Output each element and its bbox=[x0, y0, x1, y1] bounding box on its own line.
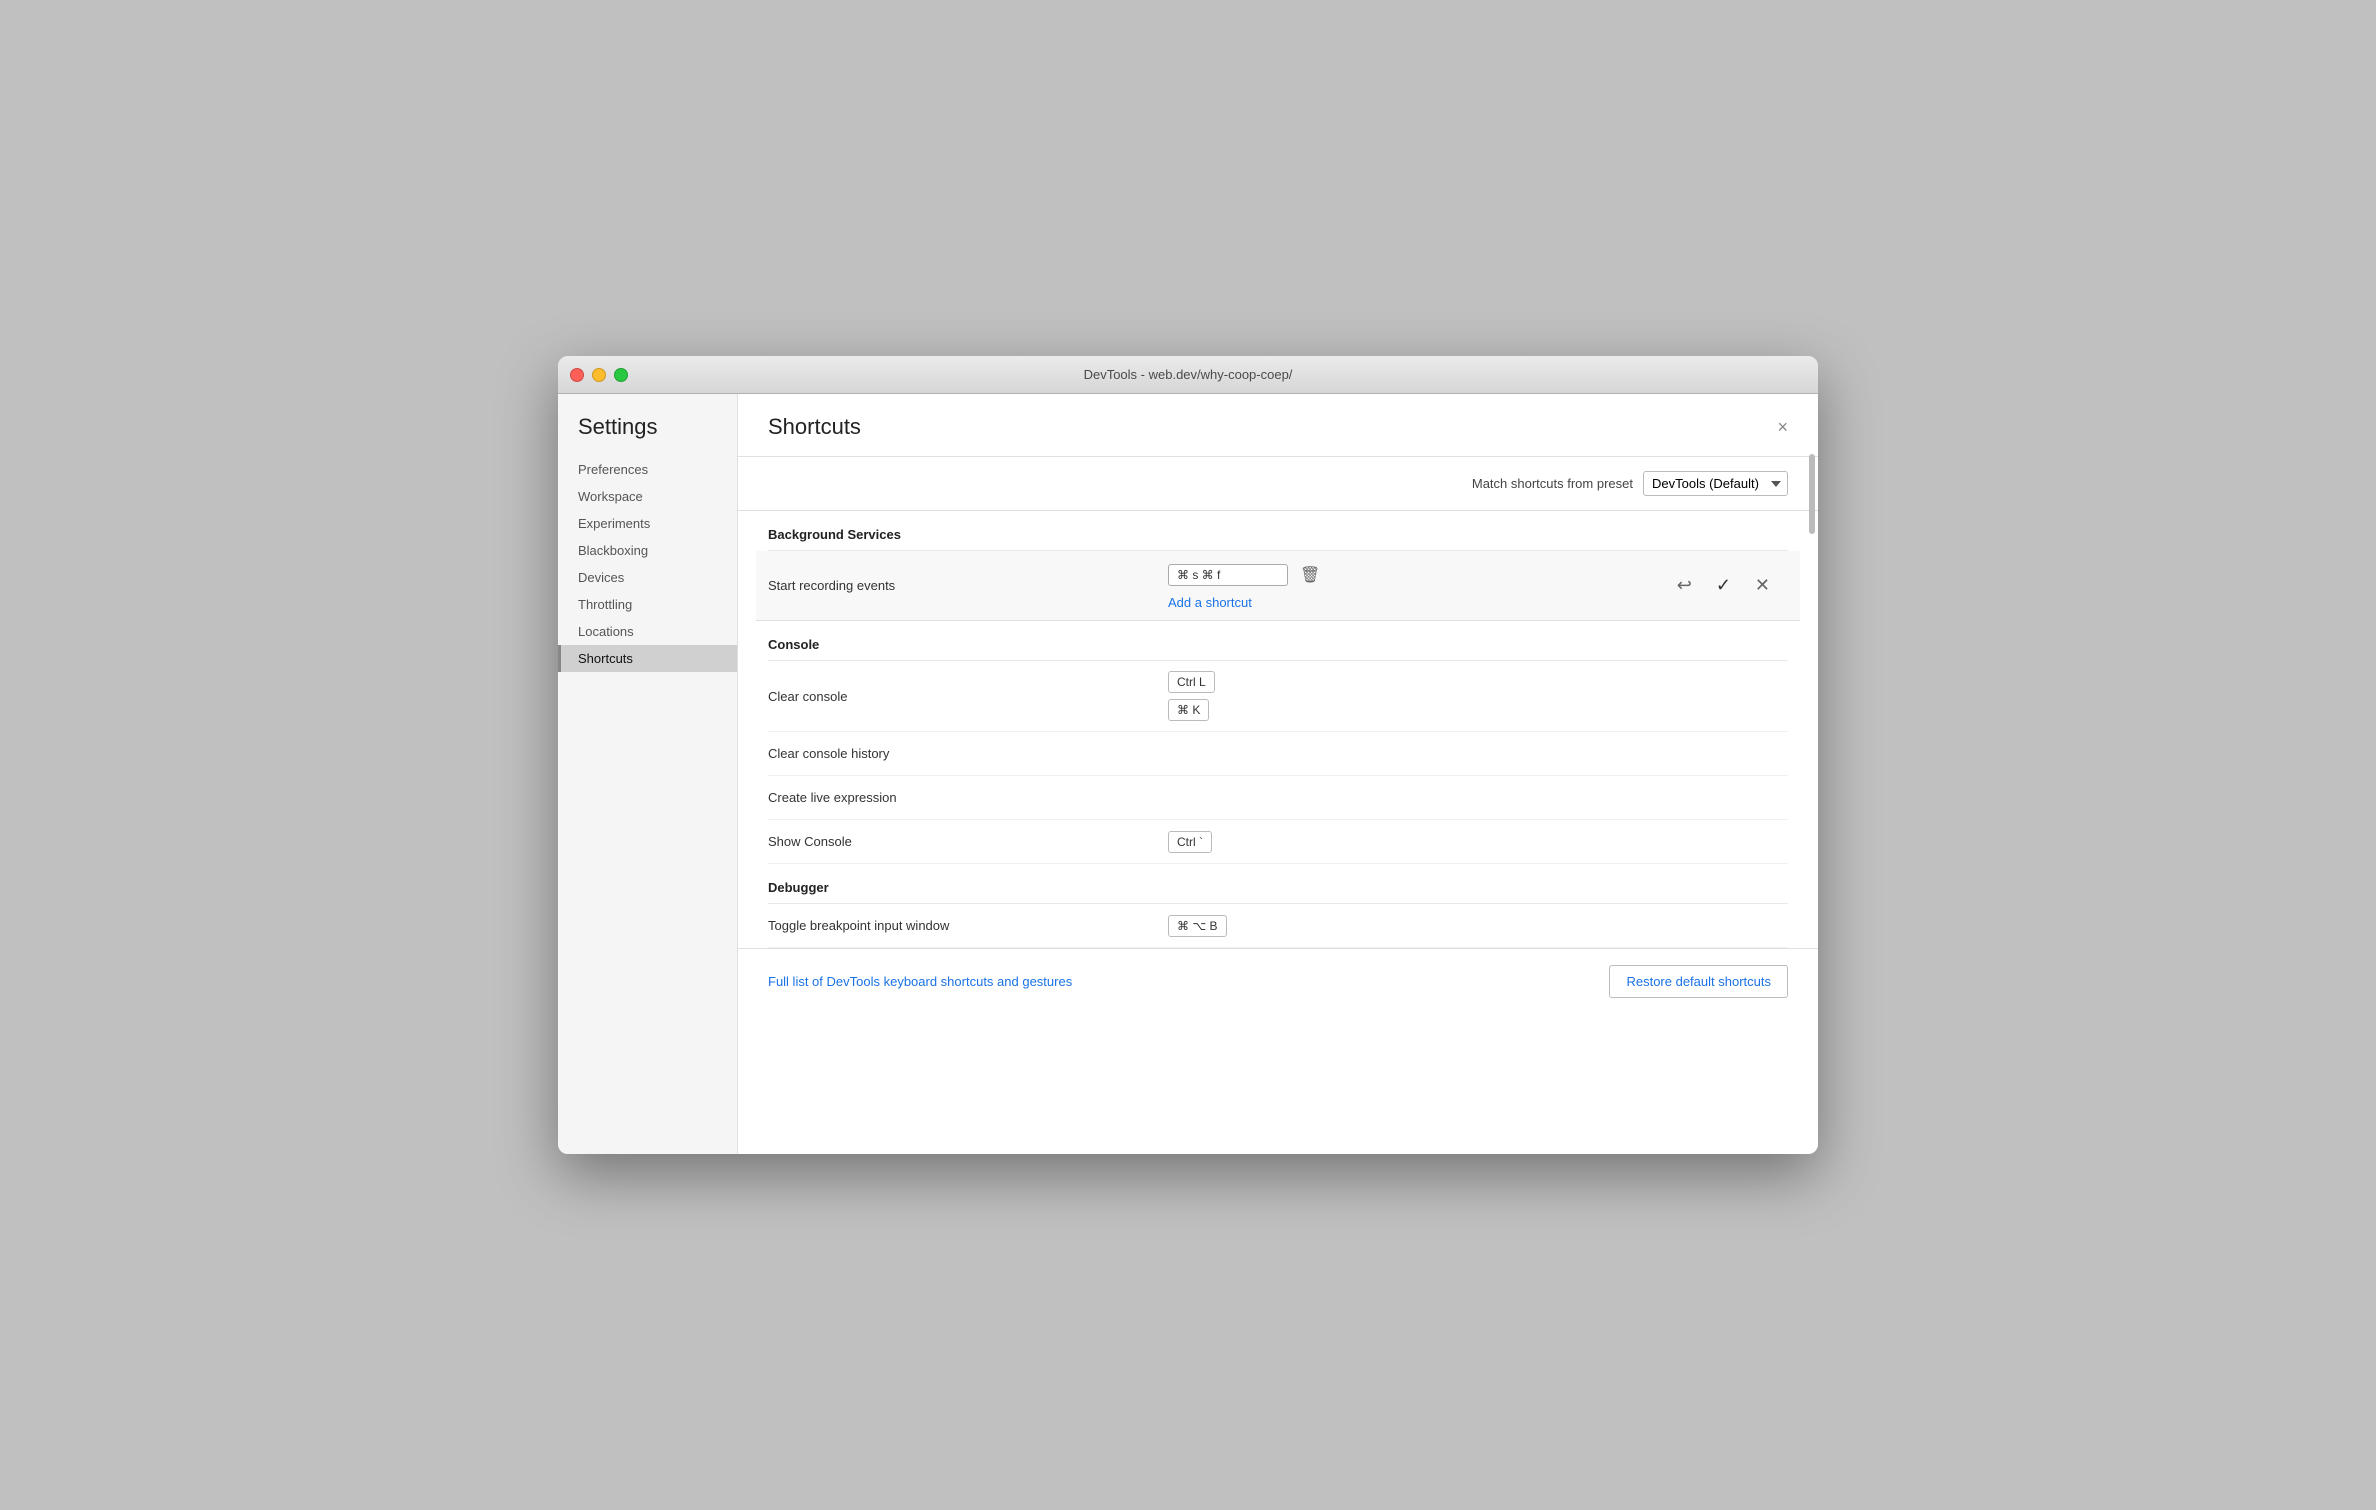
shortcut-keys-clear-console: Ctrl L ⌘ K bbox=[1168, 671, 1788, 721]
preset-select[interactable]: DevTools (Default) Visual Studio Code bbox=[1643, 471, 1788, 496]
close-window-button[interactable] bbox=[570, 368, 584, 382]
main-panel: Shortcuts × Match shortcuts from preset … bbox=[738, 394, 1818, 1154]
settings-heading: Settings bbox=[558, 414, 737, 456]
shortcut-name-toggle-breakpoint: Toggle breakpoint input window bbox=[768, 918, 1168, 933]
maximize-window-button[interactable] bbox=[614, 368, 628, 382]
key-badge-ctrl-l: Ctrl L bbox=[1168, 671, 1215, 693]
section-background-services: Background Services bbox=[768, 511, 1788, 551]
shortcut-row-clear-console: Clear console Ctrl L ⌘ K bbox=[768, 661, 1788, 732]
app-window: DevTools - web.dev/why-coop-coep/ Settin… bbox=[558, 356, 1818, 1154]
undo-edit-button[interactable]: ↩ bbox=[1669, 571, 1700, 600]
sidebar-item-throttling[interactable]: Throttling bbox=[558, 591, 737, 618]
shortcut-keys-show-console: Ctrl ` bbox=[1168, 831, 1788, 853]
shortcut-row-start-recording: Start recording events ⌘ s ⌘ f 🗑 Add a s… bbox=[756, 551, 1800, 621]
settings-dialog: Settings Preferences Workspace Experimen… bbox=[558, 394, 1818, 1154]
shortcut-name-clear-console: Clear console bbox=[768, 689, 1168, 704]
key-badge-cmd-alt-b: ⌘ ⌥ B bbox=[1168, 915, 1227, 937]
shortcut-keys-start-recording: ⌘ s ⌘ f 🗑 Add a shortcut bbox=[1168, 561, 1669, 610]
key-badge-ctrl-backtick: Ctrl ` bbox=[1168, 831, 1212, 853]
sidebar: Settings Preferences Workspace Experimen… bbox=[558, 394, 738, 1154]
shortcut-keys-toggle-breakpoint: ⌘ ⌥ B bbox=[1168, 915, 1788, 937]
traffic-lights bbox=[570, 368, 628, 382]
sidebar-item-devices[interactable]: Devices bbox=[558, 564, 737, 591]
confirm-edit-button[interactable]: ✓ bbox=[1708, 571, 1739, 600]
preset-row: Match shortcuts from preset DevTools (De… bbox=[738, 457, 1818, 511]
shortcuts-content: Background Services Start recording even… bbox=[738, 511, 1818, 948]
shortcut-name-clear-console-history: Clear console history bbox=[768, 746, 1168, 761]
key-badge-cmd-k: ⌘ K bbox=[1168, 699, 1209, 721]
section-debugger: Debugger bbox=[768, 864, 1788, 904]
delete-shortcut-button[interactable]: 🗑 bbox=[1296, 561, 1324, 589]
preset-label: Match shortcuts from preset bbox=[1472, 476, 1633, 491]
sidebar-item-workspace[interactable]: Workspace bbox=[558, 483, 737, 510]
shortcut-name-show-console: Show Console bbox=[768, 834, 1168, 849]
close-button[interactable]: × bbox=[1777, 418, 1788, 436]
key-badge-cmd-s-cmd-f[interactable]: ⌘ s ⌘ f bbox=[1168, 564, 1288, 586]
shortcut-name-create-live-expression: Create live expression bbox=[768, 790, 1168, 805]
titlebar: DevTools - web.dev/why-coop-coep/ bbox=[558, 356, 1818, 394]
full-list-link[interactable]: Full list of DevTools keyboard shortcuts… bbox=[768, 974, 1072, 989]
shortcut-row-toggle-breakpoint: Toggle breakpoint input window ⌘ ⌥ B bbox=[768, 904, 1788, 948]
sidebar-item-blackboxing[interactable]: Blackboxing bbox=[558, 537, 737, 564]
shortcut-row-create-live-expression: Create live expression bbox=[768, 776, 1788, 820]
main-header: Shortcuts × bbox=[738, 394, 1818, 457]
sidebar-item-shortcuts[interactable]: Shortcuts bbox=[558, 645, 737, 672]
footer: Full list of DevTools keyboard shortcuts… bbox=[738, 948, 1818, 1014]
window-title: DevTools - web.dev/why-coop-coep/ bbox=[1084, 367, 1293, 382]
shortcut-row-show-console: Show Console Ctrl ` bbox=[768, 820, 1788, 864]
shortcut-row-clear-console-history: Clear console history bbox=[768, 732, 1788, 776]
section-console: Console bbox=[768, 621, 1788, 661]
add-shortcut-link[interactable]: Add a shortcut bbox=[1168, 595, 1669, 610]
sidebar-item-locations[interactable]: Locations bbox=[558, 618, 737, 645]
editing-actions: ↩ ✓ ✕ bbox=[1669, 571, 1788, 600]
minimize-window-button[interactable] bbox=[592, 368, 606, 382]
sidebar-item-experiments[interactable]: Experiments bbox=[558, 510, 737, 537]
restore-defaults-button[interactable]: Restore default shortcuts bbox=[1609, 965, 1788, 998]
sidebar-item-preferences[interactable]: Preferences bbox=[558, 456, 737, 483]
cancel-edit-button[interactable]: ✕ bbox=[1747, 571, 1778, 600]
shortcut-name-start-recording: Start recording events bbox=[768, 578, 1168, 593]
page-title: Shortcuts bbox=[768, 414, 861, 440]
